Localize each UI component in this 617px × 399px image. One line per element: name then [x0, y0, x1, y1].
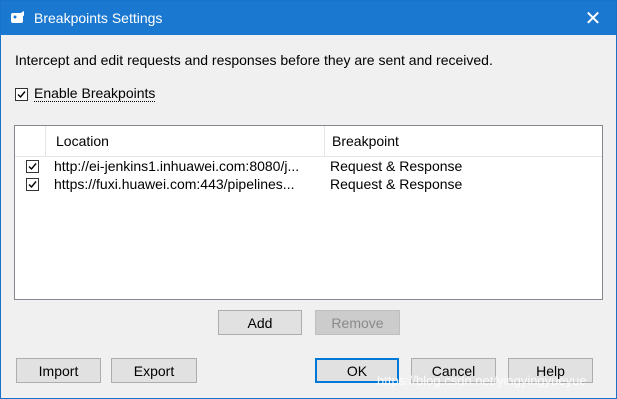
column-header-check [15, 126, 46, 157]
row-breakpoint: Request & Response [330, 176, 463, 192]
row-location: https://fuxi.huawei.com:443/pipelines... [54, 176, 295, 192]
breakpoints-settings-dialog: Breakpoints Settings ✕ Intercept and edi… [0, 0, 617, 399]
enable-breakpoints-checkbox[interactable]: Enable Breakpoints [15, 85, 156, 102]
watermark-text: https://blog.csdn.net/yingyingyueyue [377, 373, 587, 388]
enable-breakpoints-label: Enable Breakpoints [34, 85, 156, 102]
remove-button[interactable]: Remove [315, 310, 400, 335]
table-row[interactable]: http://ei-jenkins1.inhuawei.com:8080/j..… [15, 158, 602, 175]
import-button[interactable]: Import [16, 358, 101, 383]
column-header-breakpoint[interactable]: Breakpoint [325, 126, 602, 157]
add-button[interactable]: Add [218, 310, 302, 335]
close-button[interactable]: ✕ [570, 1, 616, 35]
column-header-location[interactable]: Location [46, 126, 325, 157]
dialog-title: Breakpoints Settings [34, 10, 163, 26]
checkbox-checked-icon[interactable] [15, 87, 28, 101]
row-checkbox-icon[interactable] [26, 178, 39, 191]
close-icon: ✕ [584, 7, 602, 30]
description-text: Intercept and edit requests and response… [15, 52, 493, 68]
breakpoints-list[interactable]: Location Breakpoint http://ei-jenkins1.i… [14, 125, 603, 300]
title-bar[interactable]: Breakpoints Settings ✕ [1, 1, 616, 35]
row-checkbox-icon[interactable] [26, 160, 39, 173]
table-row[interactable]: https://fuxi.huawei.com:443/pipelines...… [15, 176, 602, 193]
row-breakpoint: Request & Response [330, 158, 463, 174]
app-icon [11, 11, 24, 23]
export-button[interactable]: Export [111, 358, 197, 383]
row-location: http://ei-jenkins1.inhuawei.com:8080/j..… [54, 158, 300, 174]
